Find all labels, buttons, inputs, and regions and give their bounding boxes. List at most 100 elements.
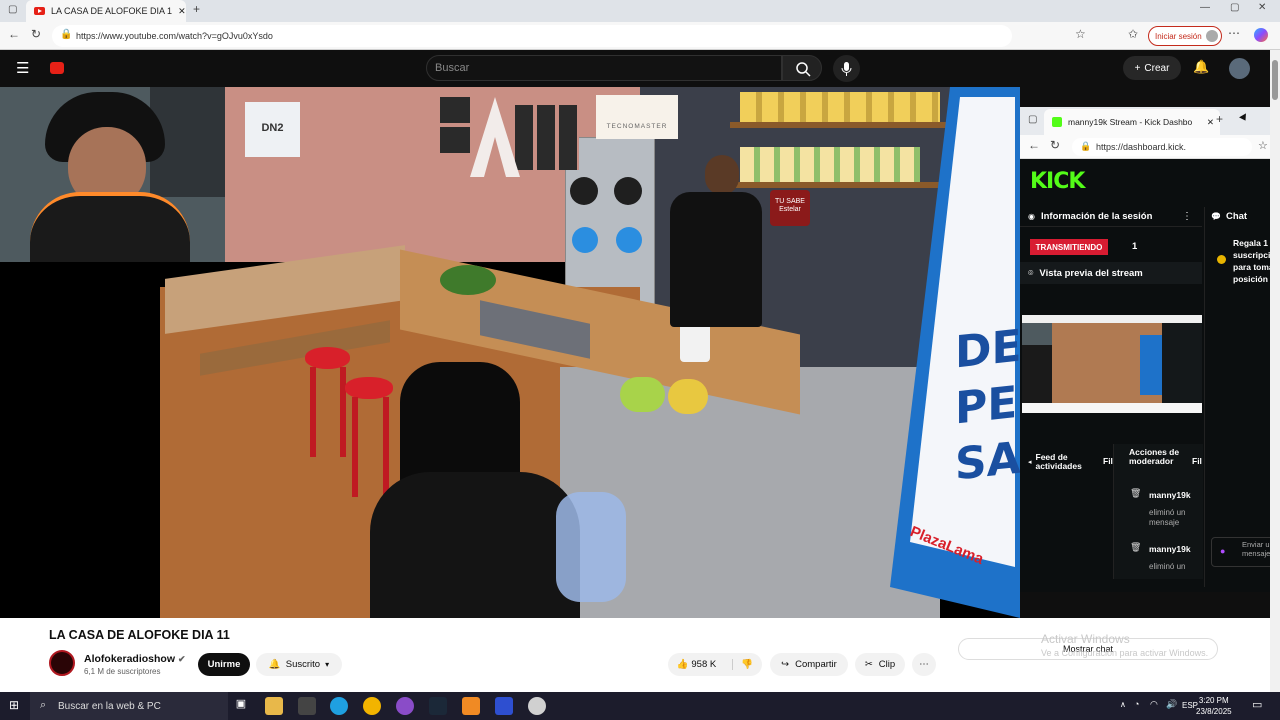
windows-start-icon[interactable]: ⊞	[9, 698, 19, 712]
wall-frames-right	[515, 105, 579, 170]
edge-icon[interactable]	[330, 697, 348, 715]
clip-button[interactable]: ✂ Clip	[855, 653, 905, 676]
file-explorer-icon[interactable]	[265, 697, 283, 715]
kick-favicon-icon	[1052, 117, 1062, 127]
stool-leg-2	[340, 367, 346, 457]
mod-filter-button[interactable]: Fil	[1192, 456, 1202, 466]
channel-avatar[interactable]	[49, 650, 75, 676]
stream-preview-header[interactable]: ⌾ Vista previa del stream	[1020, 262, 1202, 284]
fridge-sticker-left	[572, 227, 598, 253]
kick-address-row: ← ↻ 🔒 https://dashboard.kick. ☆	[1020, 135, 1280, 159]
network-icon[interactable]: ◔	[1134, 699, 1139, 709]
chrome-icon[interactable]	[363, 697, 381, 715]
lock-icon: 🔒	[60, 29, 73, 40]
mod-entry-user-1[interactable]: manny19k	[1149, 490, 1191, 500]
signin-button[interactable]: Iniciar sesión	[1148, 26, 1222, 46]
trash-icon: 🗑	[1130, 542, 1142, 552]
steam-icon[interactable]	[429, 697, 447, 715]
lemons	[668, 379, 708, 414]
page-scrollbar[interactable]	[1270, 50, 1280, 692]
fridge-sticker-right	[616, 227, 642, 253]
fridge-brand-sign: TECNOMASTER	[596, 95, 678, 139]
more-horizontal-icon: ⋯	[919, 659, 929, 670]
voice-search-button[interactable]	[833, 55, 860, 82]
back-arrow-icon[interactable]: ←	[1028, 138, 1040, 152]
sign-word-3: SA	[955, 432, 1020, 491]
channel-name[interactable]: Alofokeradioshow ✔	[84, 653, 185, 665]
new-tab-icon[interactable]: +	[1216, 112, 1223, 126]
copilot-icon[interactable]	[1254, 28, 1268, 42]
chevron-down-icon: ▾	[325, 660, 330, 669]
hamburger-menu-icon[interactable]: ☰	[16, 59, 29, 77]
close-tab-icon[interactable]: ✕	[1207, 117, 1214, 128]
microphone-icon[interactable]: ●	[1220, 546, 1225, 556]
webcam-overlay	[0, 87, 225, 262]
more-menu-icon[interactable]: ⋯	[1228, 26, 1240, 40]
trash-icon: 🗑	[1130, 488, 1142, 498]
chevron-left-icon[interactable]: ◂	[1028, 458, 1032, 466]
favorites-icon[interactable]: ✩	[1128, 27, 1138, 41]
wifi-icon[interactable]: ◠	[1150, 699, 1158, 710]
taskbar-clock[interactable]: 3:20 PM 23/8/2025	[1196, 695, 1232, 717]
person-standing-body	[670, 192, 762, 327]
tab-actions-icon[interactable]: ▢	[1028, 114, 1037, 125]
kick-url-field[interactable]: 🔒 https://dashboard.kick.	[1072, 138, 1252, 156]
app-b-icon[interactable]	[495, 697, 513, 715]
minimize-window-icon[interactable]: —	[1200, 2, 1210, 13]
favorite-star-icon[interactable]: ☆	[1075, 27, 1086, 41]
new-tab-icon[interactable]: +	[193, 2, 200, 16]
favorite-star-icon[interactable]: ☆	[1258, 139, 1268, 152]
taskbar-search[interactable]: ⌕ Buscar en la web & PC	[30, 692, 228, 720]
kick-tab-title: manny19k Stream - Kick Dashbo	[1068, 117, 1193, 127]
mod-entry-user-2[interactable]: manny19k	[1149, 544, 1191, 554]
notifications-bell-icon[interactable]: 🔔	[1193, 59, 1209, 75]
search-button[interactable]	[782, 55, 822, 81]
like-dislike-group: 👍 958 K 👎	[668, 653, 762, 676]
kick-browser-tab[interactable]: manny19k Stream - Kick Dashbo ✕	[1044, 109, 1220, 135]
maximize-window-icon[interactable]: ▢	[1230, 2, 1239, 13]
tab-actions-icon[interactable]: ▢	[8, 4, 17, 15]
mod-actions-panel: Acciones de moderador Fil 🗑 manny19k eli…	[1113, 444, 1203, 579]
tray-chevron-icon[interactable]: ∧	[1120, 700, 1126, 709]
volume-icon[interactable]: 🔊	[1166, 699, 1177, 710]
task-view-icon[interactable]: ▣	[232, 697, 250, 715]
share-button[interactable]: ↪ Compartir	[770, 653, 848, 676]
reload-icon[interactable]: ↻	[1050, 138, 1060, 152]
stream-preview-title: Vista previa del stream	[1039, 267, 1143, 279]
app-a-icon[interactable]	[462, 697, 480, 715]
dislike-icon[interactable]: 👎	[732, 659, 753, 670]
url-field[interactable]: 🔒 https://www.youtube.com/watch?v=gOJvu0…	[52, 25, 1012, 47]
youtube-favicon-icon	[34, 7, 45, 15]
back-arrow-icon[interactable]: ←	[8, 27, 20, 41]
clip-label: Clip	[878, 659, 896, 670]
close-window-icon[interactable]: ✕	[1258, 2, 1266, 13]
join-button[interactable]: Unirme	[198, 653, 250, 676]
like-button[interactable]: 👍 958 K	[677, 659, 716, 670]
water-jug	[556, 492, 626, 602]
session-info-header: ◉ Información de la sesión ⋮	[1020, 207, 1202, 227]
terminal-icon[interactable]	[298, 697, 316, 715]
wall-frames-left	[440, 97, 470, 155]
reload-icon[interactable]: ↻	[31, 27, 41, 41]
discord-icon[interactable]	[396, 697, 414, 715]
browser-tab[interactable]: LA CASA DE ALOFOKE DIA 1 ✕	[26, 0, 186, 22]
activity-filter-button[interactable]: Fil	[1103, 456, 1113, 466]
video-player[interactable]: TU SABE Estelar TECNOMASTER DE PE SA Pla…	[0, 87, 1020, 618]
scrollbar-thumb[interactable]	[1272, 60, 1278, 100]
create-button[interactable]: + Crear	[1123, 56, 1181, 80]
preview-webcam	[1022, 323, 1052, 345]
create-label: Crear	[1144, 62, 1170, 74]
stool-leg-1	[310, 367, 316, 457]
kick-logo[interactable]: KICK	[1030, 169, 1085, 194]
account-avatar[interactable]	[1229, 58, 1250, 79]
more-actions-button[interactable]: ⋯	[912, 653, 936, 676]
plus-icon: +	[1134, 62, 1141, 74]
close-tab-icon[interactable]: ✕	[178, 6, 186, 17]
obs-icon[interactable]	[528, 697, 546, 715]
subscribed-button[interactable]: 🔔 Suscrito ▾	[256, 653, 342, 676]
kick-dashboard-window: ▢ manny19k Stream - Kick Dashbo ✕ + ← ↻ …	[1020, 107, 1280, 592]
notifications-icon[interactable]: ▭	[1252, 698, 1262, 711]
search-input[interactable]: Buscar	[426, 55, 782, 81]
kebab-menu-icon[interactable]: ⋮	[1182, 211, 1192, 222]
youtube-logo-icon[interactable]	[50, 62, 64, 74]
